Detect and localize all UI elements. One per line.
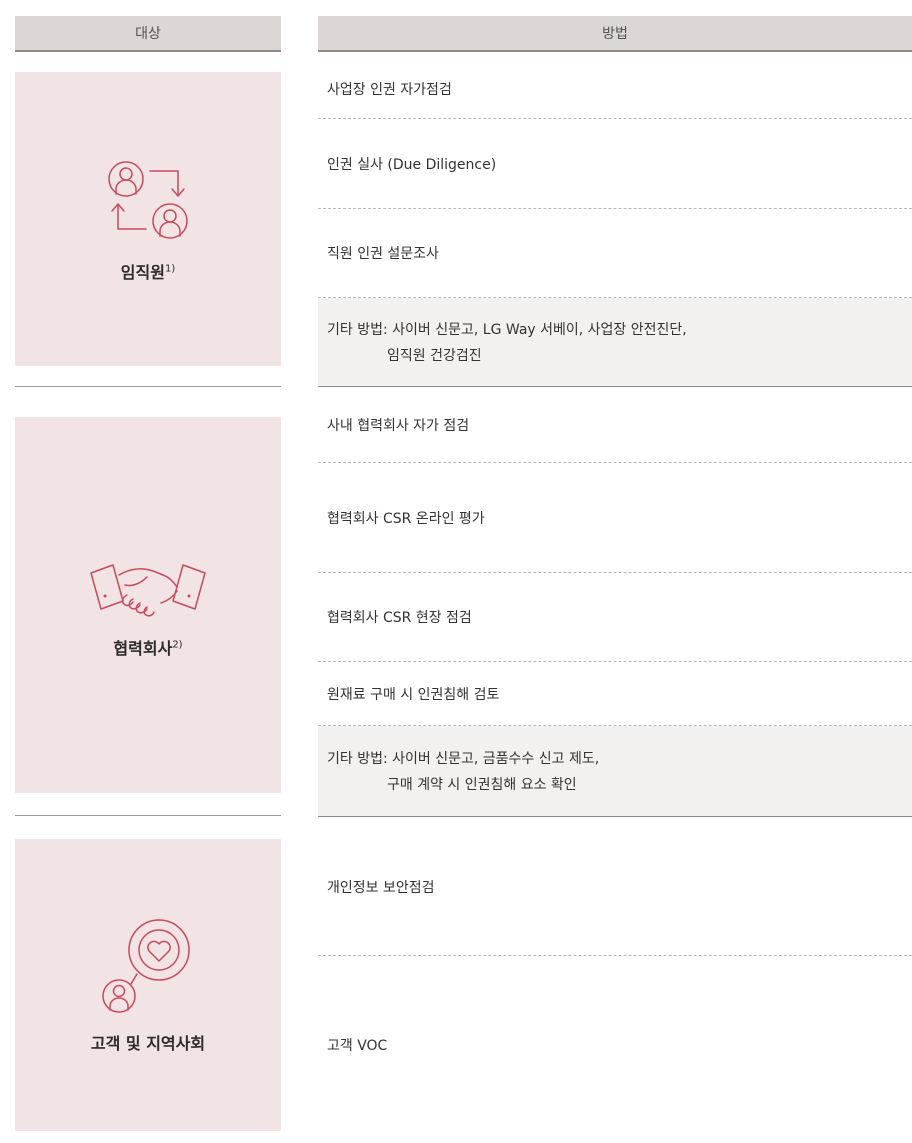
- header-target-label: 대상: [135, 26, 161, 42]
- method-row: 협력회사 CSR 현장 점검: [318, 573, 912, 662]
- method-row: 개인정보 보안점검: [318, 818, 912, 956]
- method-row: 고객 VOC: [327, 1037, 388, 1054]
- target-customers: 고객 및 지역사회: [15, 839, 281, 1131]
- group-separator: [15, 815, 281, 816]
- handshake-icon: [90, 564, 206, 617]
- group-separator: [15, 386, 281, 387]
- employees-exchange-icon: [108, 161, 188, 239]
- target-label: 고객 및 지역사회: [90, 1034, 206, 1053]
- method-row: 원재료 구매 시 인권침해 검토: [318, 662, 912, 726]
- method-row: 직원 인권 설문조사: [318, 209, 912, 298]
- method-row-other: 기타 방법: 사이버 신문고, 금품수수 신고 제도, 구매 계약 시 인권침해…: [318, 726, 912, 817]
- target-label: 협력회사2): [113, 639, 183, 658]
- method-row-other: 기타 방법: 사이버 신문고, LG Way 서베이, 사업장 안전진단, 임직…: [318, 298, 912, 387]
- customer-heart-icon: [102, 919, 190, 1013]
- header-method: 방법: [318, 16, 912, 52]
- method-row: 사업장 인권 자가점검: [318, 60, 912, 119]
- method-row: 인권 실사 (Due Diligence): [318, 119, 912, 209]
- header-target: 대상: [15, 16, 281, 52]
- target-label: 임직원1): [120, 263, 176, 282]
- method-row: 협력회사 CSR 온라인 평가: [318, 463, 912, 573]
- target-employees: 임직원1): [15, 72, 281, 366]
- target-partners: 협력회사2): [15, 417, 281, 793]
- header-method-label: 방법: [602, 26, 628, 42]
- method-row: 사내 협력회사 자가 점검: [318, 388, 912, 463]
